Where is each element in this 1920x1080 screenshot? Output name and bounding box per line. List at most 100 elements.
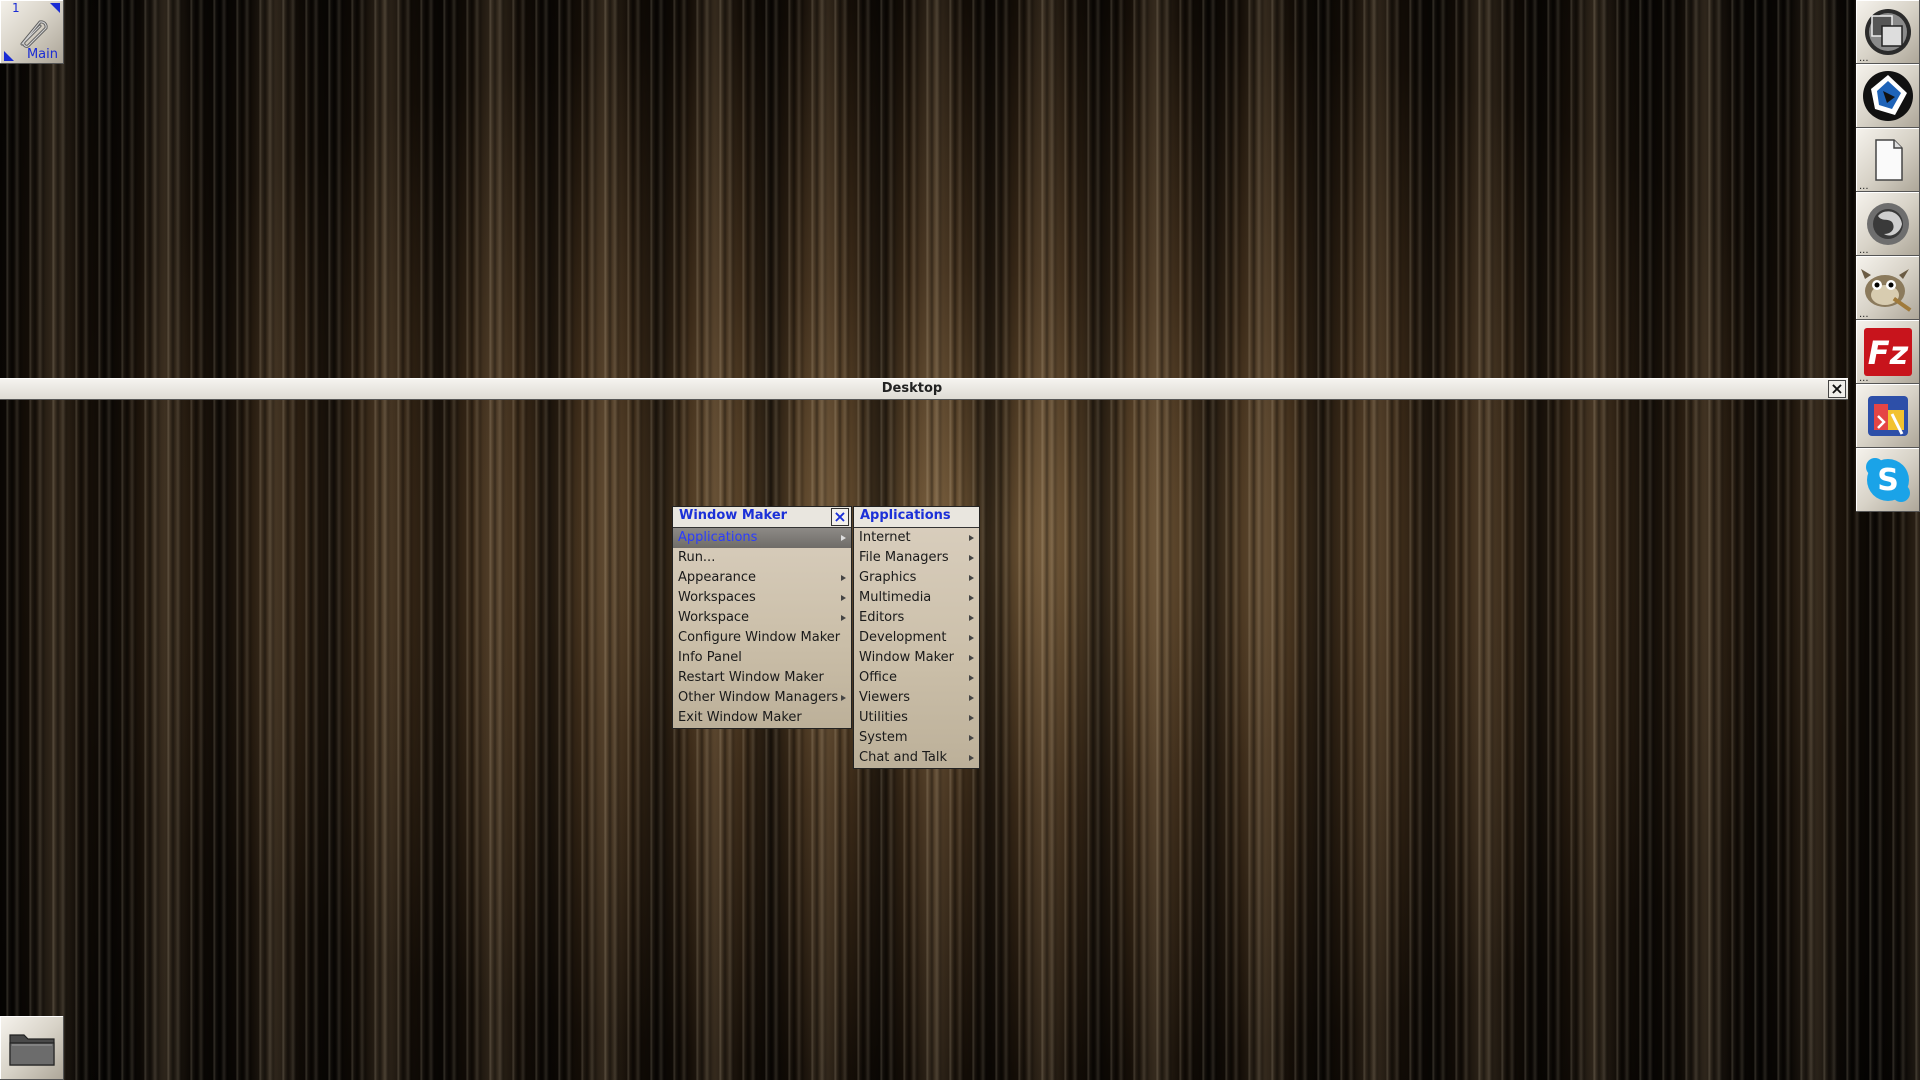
menu-item-run[interactable]: Run...	[673, 548, 851, 568]
submenu-arrow-icon	[969, 635, 974, 641]
menu-item-label: Multimedia	[859, 590, 932, 605]
menu-item-development[interactable]: Development	[854, 628, 979, 648]
menu-item-label: Viewers	[859, 690, 910, 705]
menu-item-label: System	[859, 730, 908, 745]
menu-item-graphics[interactable]: Graphics	[854, 568, 979, 588]
workspace-clip[interactable]: 1 Main	[0, 0, 64, 64]
svg-text:Fz: Fz	[1868, 334, 1909, 372]
submenu-arrow-icon	[969, 535, 974, 541]
close-icon: ×	[833, 507, 847, 526]
skype-icon: S	[1866, 458, 1910, 502]
menu-item-utilities[interactable]: Utilities	[854, 708, 979, 728]
root-menu-titlebar[interactable]: Window Maker ×	[673, 507, 851, 528]
menu-item-label: Configure Window Maker	[678, 630, 841, 645]
menu-item-label: Graphics	[859, 570, 917, 585]
svg-text:S: S	[1877, 463, 1899, 498]
folder-icon	[9, 1034, 55, 1066]
menu-item-workspaces[interactable]: Workspaces	[673, 588, 851, 608]
applications-menu: Applications Internet File Managers Grap…	[853, 506, 980, 769]
appicon-dots: ...	[1859, 245, 1869, 256]
workspace-number: 1	[12, 1, 20, 15]
menu-item-label: Run...	[678, 550, 716, 565]
menu-item-label: Editors	[859, 610, 905, 625]
applications-menu-items: Internet File Managers Graphics Multimed…	[854, 528, 979, 768]
close-icon: ×	[1830, 379, 1844, 398]
menu-item-label: Applications	[678, 530, 758, 545]
menu-item-label: Restart Window Maker	[678, 670, 824, 685]
menu-item-file-managers[interactable]: File Managers	[854, 548, 979, 568]
gnustep-icon	[1863, 71, 1913, 121]
dock-tile-window-maker[interactable]: ...	[1856, 0, 1920, 64]
menu-item-restart-window-maker[interactable]: Restart Window Maker	[673, 668, 851, 688]
menu-item-viewers[interactable]: Viewers	[854, 688, 979, 708]
menu-item-exit-window-maker[interactable]: Exit Window Maker	[673, 708, 851, 728]
desktop-window-titlebar[interactable]: Desktop ×	[0, 378, 1848, 400]
dock-tile-gnustep[interactable]	[1856, 64, 1920, 128]
menu-item-configure-window-maker[interactable]: Configure Window Maker	[673, 628, 851, 648]
root-menu-items: Applications Run... Appearance Workspace…	[673, 528, 851, 728]
dock-tile-gimp[interactable]: ...	[1856, 256, 1920, 320]
menu-item-applications[interactable]: Applications	[673, 528, 851, 548]
menu-item-label: Exit Window Maker	[678, 710, 802, 725]
workspace-name: Main	[26, 47, 58, 62]
submenu-arrow-icon	[841, 575, 846, 581]
menu-item-internet[interactable]: Internet	[854, 528, 979, 548]
menu-item-workspace[interactable]: Workspace	[673, 608, 851, 628]
window-maker-icon	[1865, 9, 1911, 55]
appicon-dots: ...	[1859, 373, 1869, 384]
menu-item-label: Development	[859, 630, 947, 645]
paperclip-icon	[20, 20, 48, 48]
submenu-arrow-icon	[969, 575, 974, 581]
menu-item-label: Workspace	[678, 610, 750, 625]
submenu-arrow-icon	[969, 735, 974, 741]
applications-menu-titlebar[interactable]: Applications	[854, 507, 979, 528]
previous-workspace-arrow-icon[interactable]	[4, 51, 14, 61]
submenu-arrow-icon	[969, 715, 974, 721]
submenu-arrow-icon	[969, 755, 974, 761]
submenu-arrow-icon	[841, 615, 846, 621]
appicon-dots: ...	[1859, 181, 1869, 192]
menu-item-label: Utilities	[859, 710, 908, 725]
dock-tile-firefox[interactable]: ...	[1856, 192, 1920, 256]
appicon-dots: ...	[1859, 53, 1869, 64]
next-workspace-arrow-icon[interactable]	[50, 3, 60, 13]
menu-item-system[interactable]: System	[854, 728, 979, 748]
menu-item-editors[interactable]: Editors	[854, 608, 979, 628]
menu-item-appearance[interactable]: Appearance	[673, 568, 851, 588]
menu-item-label: Info Panel	[678, 650, 742, 665]
filezilla-icon: Fz	[1864, 328, 1912, 376]
dock-tile-text-editor[interactable]: ...	[1856, 128, 1920, 192]
submenu-arrow-icon	[969, 595, 974, 601]
menu-item-label: Appearance	[678, 570, 757, 585]
dock-tile-filezilla[interactable]: Fz ...	[1856, 320, 1920, 384]
dock-tile-code-editor[interactable]	[1856, 384, 1920, 448]
root-menu-close-button[interactable]: ×	[831, 508, 849, 526]
code-editor-icon	[1868, 396, 1908, 436]
submenu-arrow-icon	[969, 695, 974, 701]
applications-menu-title: Applications	[860, 508, 951, 523]
menu-item-chat-and-talk[interactable]: Chat and Talk	[854, 748, 979, 768]
dock-tile-skype[interactable]: S	[1856, 448, 1920, 512]
menu-item-window-maker[interactable]: Window Maker	[854, 648, 979, 668]
file-manager-appicon[interactable]	[0, 1016, 64, 1080]
desktop-close-button[interactable]: ×	[1828, 380, 1846, 398]
menu-item-info-panel[interactable]: Info Panel	[673, 648, 851, 668]
menu-item-label: Chat and Talk	[859, 750, 947, 765]
submenu-arrow-icon	[841, 695, 846, 701]
text-editor-icon	[1875, 139, 1903, 181]
menu-item-label: Office	[859, 670, 897, 685]
menu-item-office[interactable]: Office	[854, 668, 979, 688]
menu-item-label: Internet	[859, 530, 911, 545]
submenu-arrow-icon	[969, 655, 974, 661]
menu-item-other-window-managers[interactable]: Other Window Managers	[673, 688, 851, 708]
menu-item-multimedia[interactable]: Multimedia	[854, 588, 979, 608]
menu-item-label: Workspaces	[678, 590, 756, 605]
appicon-dots: ...	[1859, 309, 1869, 320]
root-menu: Window Maker × Applications Run... Appea…	[672, 506, 852, 729]
dock: ... ... ... ... Fz ... S	[1856, 0, 1920, 512]
submenu-arrow-icon	[969, 675, 974, 681]
menu-item-label: File Managers	[859, 550, 949, 565]
submenu-arrow-icon	[969, 615, 974, 621]
desktop-window-title: Desktop	[881, 381, 943, 396]
submenu-arrow-icon	[841, 535, 846, 541]
